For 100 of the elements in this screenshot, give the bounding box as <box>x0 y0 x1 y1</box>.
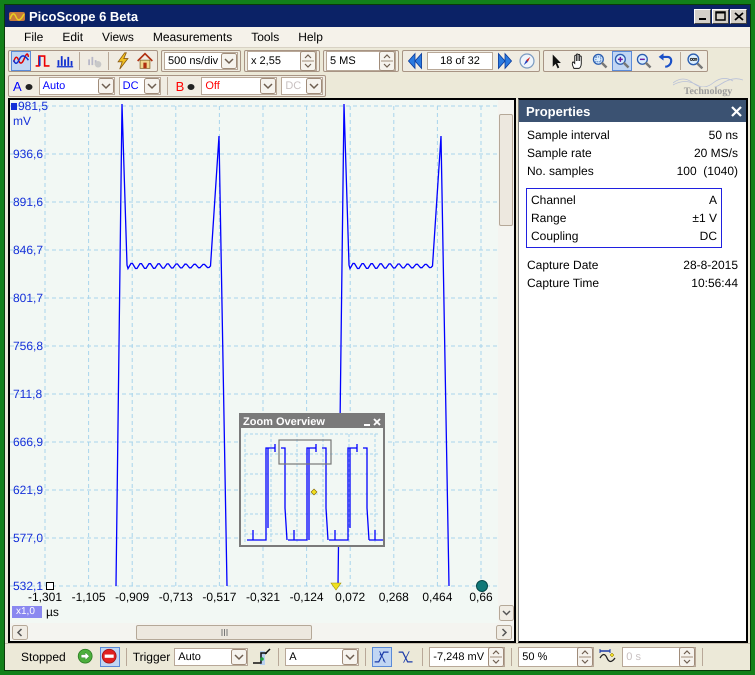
x-axis-label: -0,321 <box>246 590 280 604</box>
property-value: 28-8-2015 <box>683 258 738 272</box>
scroll-right-button[interactable] <box>496 624 512 640</box>
compass-icon[interactable] <box>517 51 537 71</box>
property-value: DC <box>700 229 717 243</box>
trigger-mode-dropdown[interactable]: Auto <box>174 648 248 666</box>
coupling-dropdown[interactable]: DC <box>118 77 161 95</box>
channel-label: B <box>176 78 184 94</box>
zoom-factor-field[interactable]: x 2,55 <box>247 51 317 71</box>
x-unit-label: µs <box>46 605 59 619</box>
property-value: 10:56:44 <box>691 276 738 290</box>
x-axis-label: -0,124 <box>290 590 324 604</box>
range-dropdown[interactable]: Auto <box>38 77 115 95</box>
next-icon[interactable] <box>495 51 515 71</box>
close-button[interactable] <box>730 8 747 24</box>
maximize-button[interactable] <box>712 8 729 24</box>
scrollbar-thumb[interactable] <box>136 624 312 640</box>
caret-icon <box>260 78 276 94</box>
y-axis-label: 846,7 <box>13 243 44 257</box>
zoom-in-icon[interactable] <box>612 51 632 71</box>
x-axis-label: -0,713 <box>158 590 193 604</box>
menu-item[interactable]: Views <box>93 30 144 44</box>
trigger-label: Trigger <box>132 650 170 664</box>
maximize-icon <box>715 11 726 21</box>
property-value: 50 ns <box>708 128 738 142</box>
range-dropdown[interactable]: Off <box>201 77 278 95</box>
timebase-dropdown[interactable]: 500 ns/div <box>164 52 238 70</box>
y-axis-label: 981,5 <box>18 99 48 113</box>
rising-edge-icon[interactable] <box>372 647 392 667</box>
menu-item[interactable]: Edit <box>53 30 94 44</box>
zoom-overview-title: Zoom Overview <box>243 416 326 428</box>
logo-wave-drawing <box>673 75 743 87</box>
property-value: 100 (1040) <box>676 164 738 178</box>
channel-marker-icon <box>11 103 17 110</box>
trigger-point-icon <box>310 488 318 496</box>
previous-icon[interactable] <box>405 51 425 71</box>
panel-title: Properties <box>526 104 590 118</box>
zoom-out-icon[interactable] <box>634 51 654 71</box>
spin-arrows-icon[interactable] <box>300 51 316 71</box>
x-axis-label: 0,66 <box>469 590 493 604</box>
square-marker-icon <box>46 582 54 590</box>
minimize-button[interactable] <box>694 8 711 24</box>
menu-item[interactable]: Measurements <box>144 30 242 44</box>
close-icon[interactable] <box>731 106 742 116</box>
zoom-badge: x1,0 <box>12 606 42 618</box>
y-axis-label: 891,6 <box>13 195 44 209</box>
y-axis-label: 711,8 <box>13 387 42 401</box>
channel-label: A <box>13 78 22 94</box>
caret-icon <box>144 78 160 94</box>
property-label: Channel <box>531 193 576 207</box>
property-label: No. samples <box>527 164 594 178</box>
caret-icon <box>231 649 248 665</box>
magnifier-icon[interactable] <box>685 51 705 71</box>
x-axis-label: -0,517 <box>202 590 236 604</box>
y-axis-label: 532,1 <box>13 579 44 593</box>
property-label: Capture Date <box>527 258 598 272</box>
trigger-type-icon[interactable] <box>252 648 272 666</box>
y-axis-label: 666,9 <box>13 435 44 449</box>
close-icon <box>734 12 744 20</box>
spin-arrows-icon[interactable] <box>577 647 594 667</box>
property-value: 20 MS/s <box>694 146 738 160</box>
property-value: ±1 V <box>692 211 717 225</box>
property-label: Sample rate <box>527 146 592 160</box>
app-icon <box>9 10 25 22</box>
grip-icon <box>220 628 228 636</box>
sine-wave-icon[interactable] <box>11 51 31 71</box>
caret-icon <box>221 53 237 69</box>
x-axis-label: 0,464 <box>422 590 452 604</box>
pre-trigger-field[interactable]: 50 % <box>518 647 594 667</box>
threshold-field[interactable]: -7,248 mV <box>429 647 506 667</box>
zoom-area-icon[interactable] <box>590 51 610 71</box>
zoom-viewport-frame[interactable] <box>278 439 332 465</box>
trigger-source-dropdown[interactable]: A <box>285 648 360 666</box>
menu-item[interactable]: Help <box>289 30 333 44</box>
caret-icon <box>306 78 322 94</box>
y-axis-label: 801,7 <box>13 291 44 305</box>
spin-arrows-icon[interactable] <box>379 51 395 71</box>
scroll-down-button[interactable] <box>498 605 514 621</box>
scroll-left-button[interactable] <box>12 624 28 640</box>
ruler-handle-icon[interactable] <box>476 580 488 592</box>
property-value: A <box>708 193 717 207</box>
home-icon[interactable] <box>135 51 155 71</box>
menu-item[interactable]: Tools <box>242 30 290 44</box>
samples-field[interactable]: 5 MS <box>326 51 396 71</box>
buffer-field[interactable]: 18 of 32 <box>427 52 493 70</box>
spin-arrows-icon[interactable] <box>488 647 504 667</box>
trigger-marker-icon[interactable] <box>330 582 342 591</box>
logo-text: Technology <box>684 87 732 97</box>
stop-button[interactable] <box>100 647 120 667</box>
window-title: PicoScope 6 Beta <box>29 8 140 24</box>
y-unit-label: mV <box>13 114 31 128</box>
x-axis-label: -1,105 <box>72 590 106 604</box>
caret-icon <box>98 78 114 94</box>
close-icon[interactable] <box>373 418 381 426</box>
menu-item[interactable]: File <box>15 30 54 44</box>
property-label: Range <box>531 211 566 225</box>
x-axis-label: -0,909 <box>115 590 150 604</box>
y-axis-label: 936,6 <box>13 147 44 161</box>
property-label: Capture Time <box>527 276 600 290</box>
scrollbar-thumb[interactable] <box>499 114 513 226</box>
